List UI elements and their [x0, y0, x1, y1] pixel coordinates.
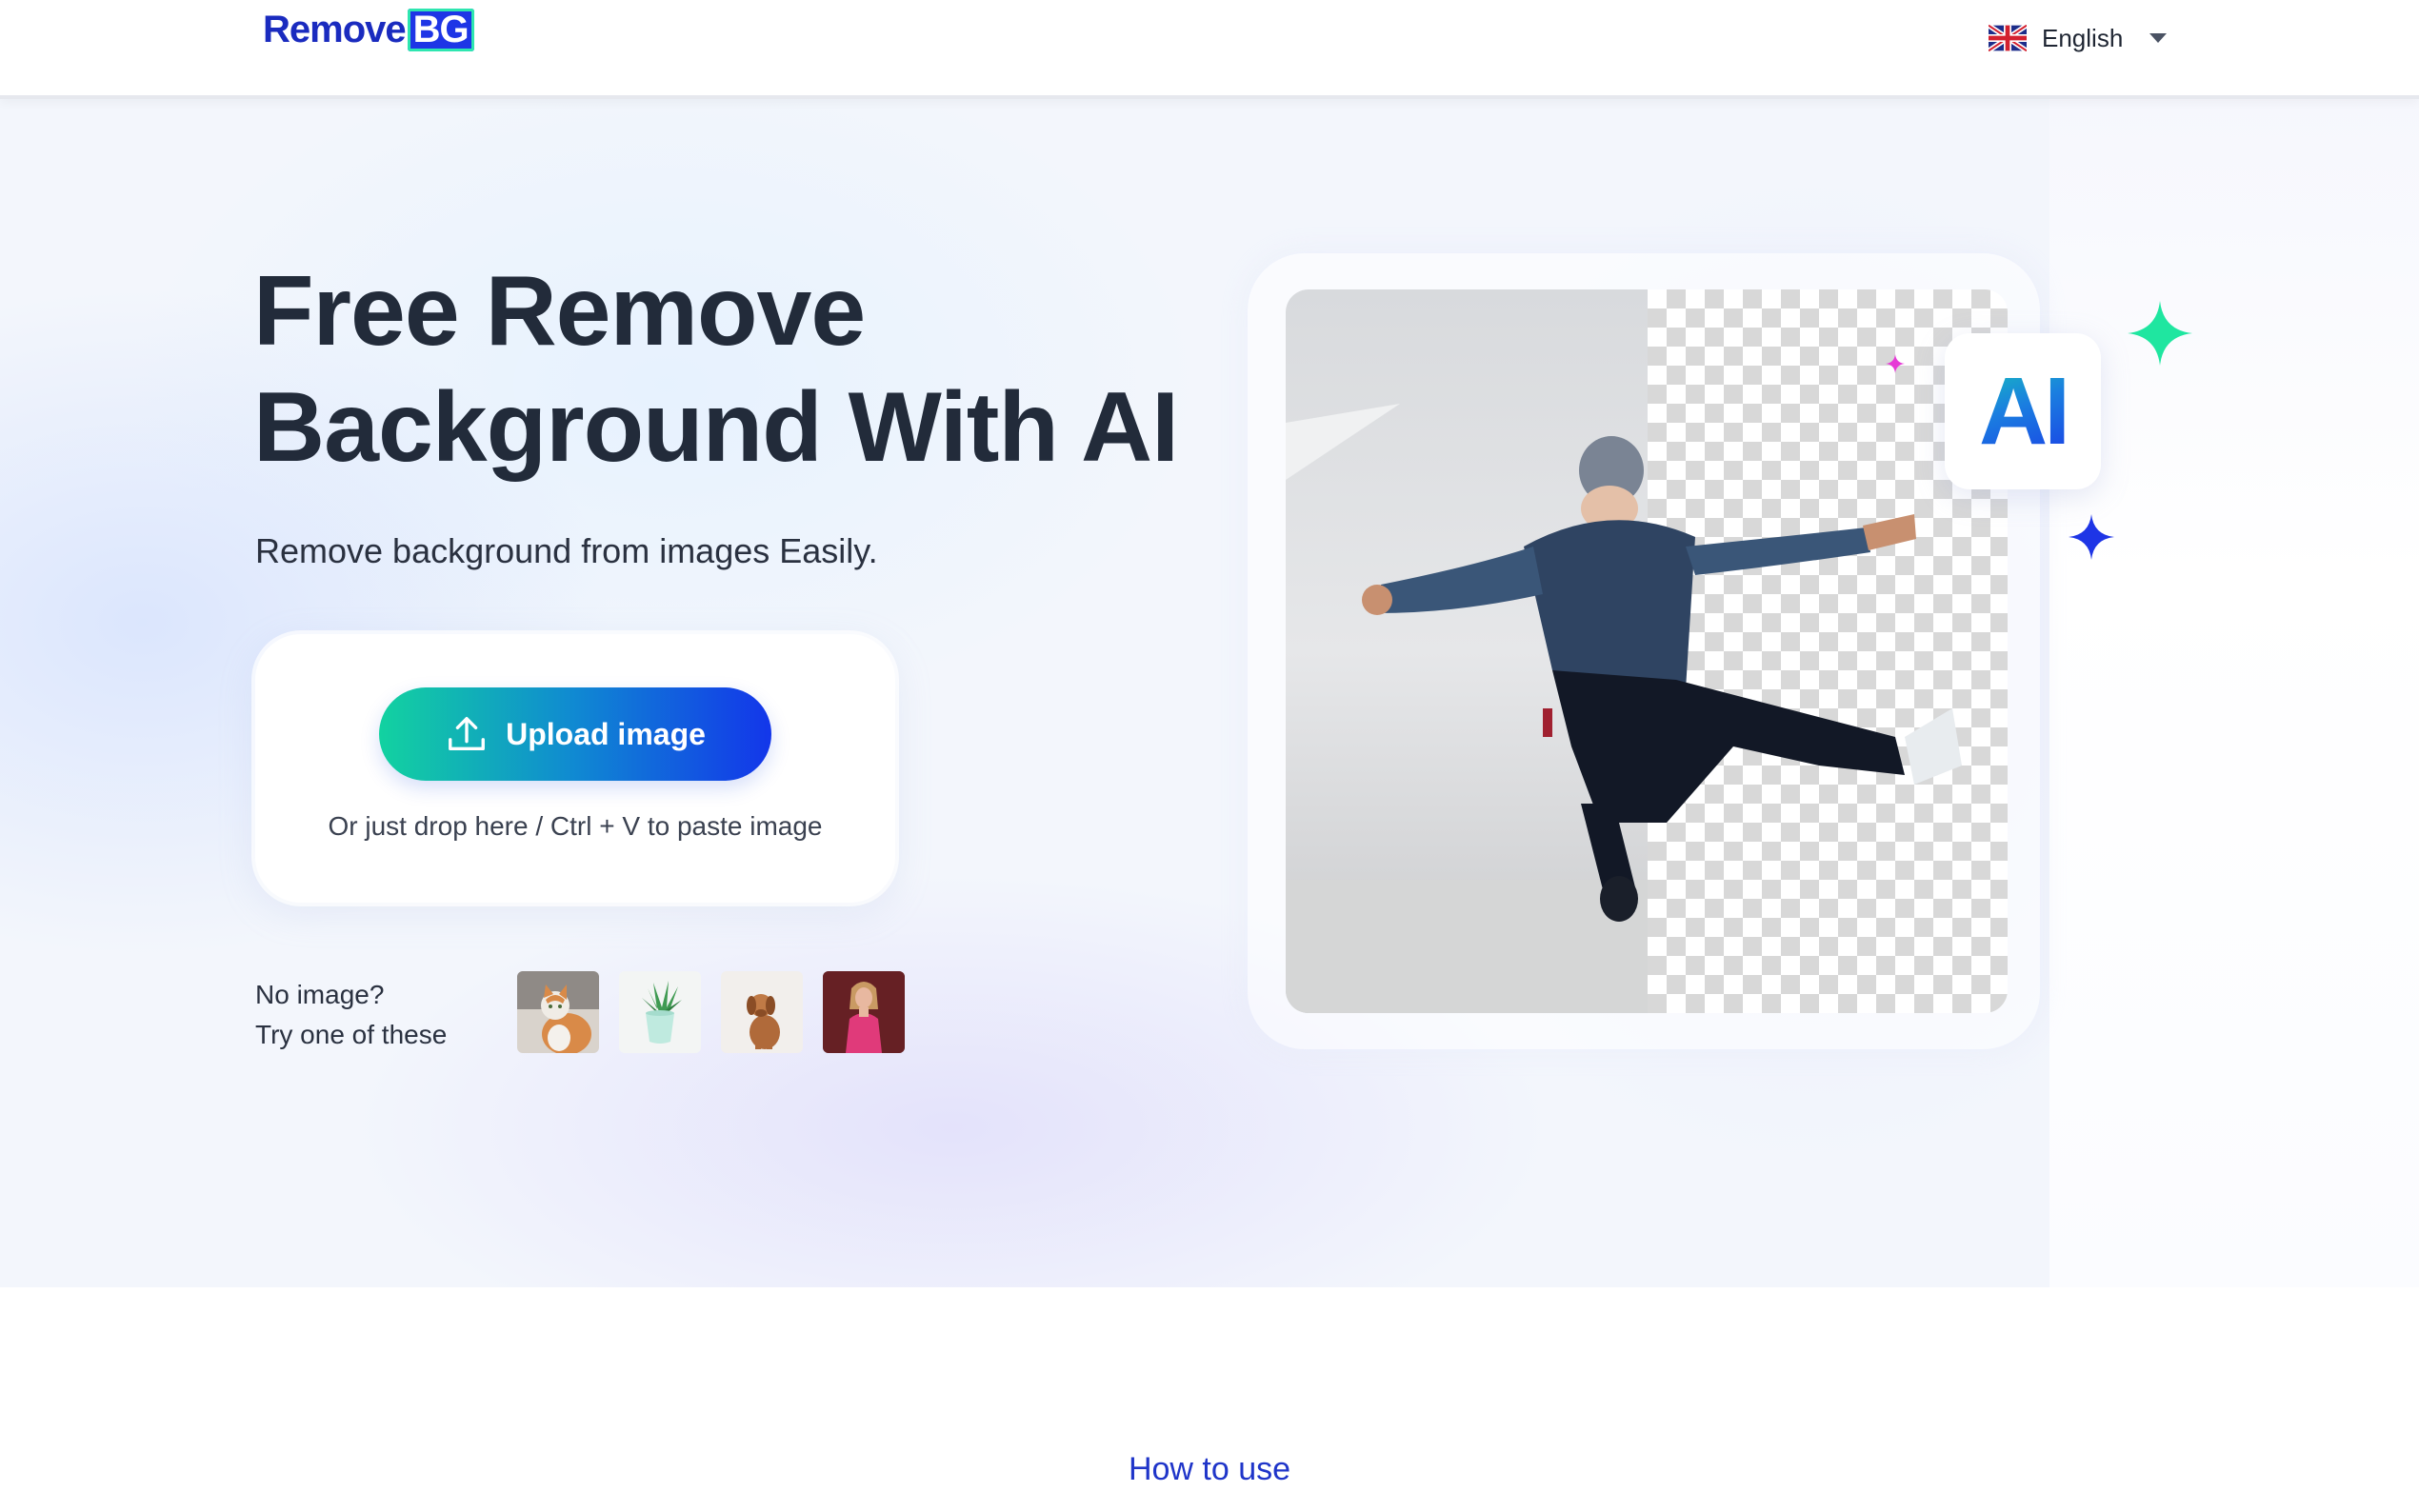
drop-hint-text: Or just drop here / Ctrl + V to paste im… [328, 811, 823, 841]
logo-text-bg: BG [407, 8, 474, 51]
puppy-image [721, 971, 803, 1053]
sparkle-blue-icon [2069, 514, 2114, 560]
ai-badge-text: AI [1979, 357, 2070, 465]
top-navigation: Remove BG English [0, 0, 2419, 99]
sparkle-green-icon [2128, 301, 2192, 366]
woman-image [823, 971, 905, 1053]
sample-plant-thumbnail[interactable] [619, 971, 701, 1053]
language-selector[interactable]: English [1989, 19, 2168, 57]
how-to-use-link[interactable]: How to use [0, 1451, 2419, 1488]
hero-right-backdrop [2049, 99, 2419, 1287]
before-after-demo-image [1286, 289, 2008, 1013]
upload-button-label: Upload image [506, 716, 706, 751]
hero-title: Free Remove Background With AI [253, 253, 1301, 486]
sample-prompt-line2: Try one of these [255, 1020, 448, 1049]
upload-icon [449, 717, 486, 751]
sample-prompt-line1: No image? [255, 980, 385, 1009]
hero-title-line2: Background With AI [253, 372, 1179, 483]
upload-image-button[interactable]: Upload image [379, 687, 771, 781]
hero-title-line1: Free Remove [253, 256, 866, 367]
sample-woman-thumbnail[interactable] [823, 971, 905, 1053]
chevron-down-icon [2149, 33, 2168, 43]
upload-dropzone[interactable]: Upload image Or just drop here / Ctrl + … [255, 634, 895, 903]
sample-cat-thumbnail[interactable] [517, 971, 599, 1053]
site-logo[interactable]: Remove BG [263, 6, 474, 53]
ai-badge: AI [1945, 333, 2101, 489]
cat-image [517, 971, 599, 1053]
sample-images-prompt: No image? Try one of these [255, 975, 447, 1055]
logo-text-remove: Remove [263, 8, 407, 50]
sparkle-pink-icon [1886, 354, 1905, 373]
language-label: English [2042, 23, 2124, 52]
uk-flag-icon [1989, 25, 2027, 51]
sample-puppy-thumbnail[interactable] [721, 971, 803, 1053]
plant-image [619, 971, 701, 1053]
hero-subtitle: Remove background from images Easily. [255, 531, 878, 570]
